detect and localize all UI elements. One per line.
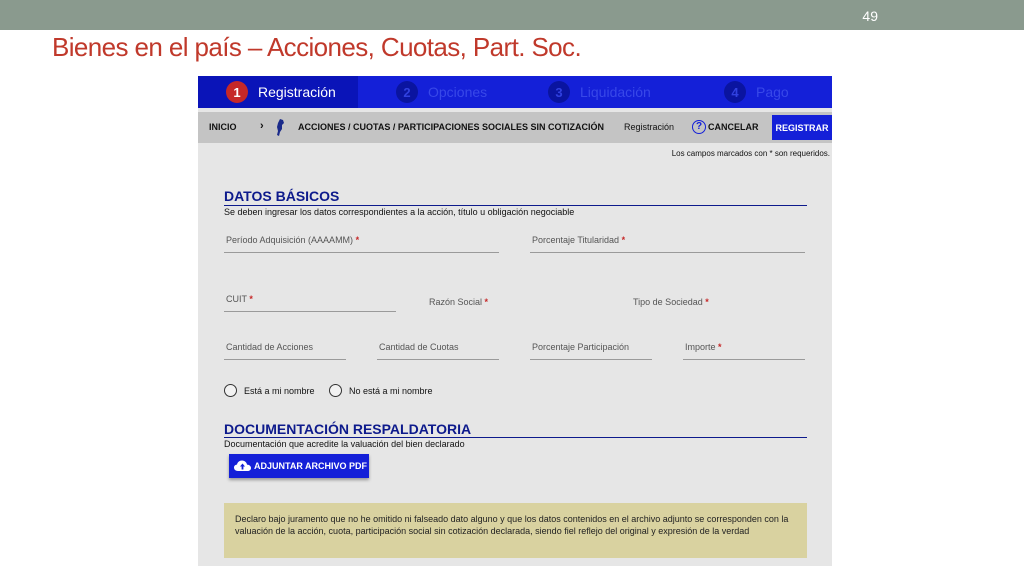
step-opciones[interactable]: 2 Opciones: [396, 76, 487, 108]
required-mark: *: [355, 235, 360, 245]
breadcrumb: INICIO › ACCIONES / CUOTAS / PARTICIPACI…: [198, 112, 832, 143]
porcentaje-participacion-field[interactable]: Porcentaje Participación: [530, 342, 652, 360]
field-label: Importe: [685, 342, 716, 352]
cancel-button[interactable]: CANCELAR: [708, 122, 759, 132]
upload-pdf-button[interactable]: ADJUNTAR ARCHIVO PDF: [229, 454, 369, 478]
radio-label: Está a mi nombre: [244, 385, 315, 396]
step-pago[interactable]: 4 Pago: [724, 76, 789, 108]
breadcrumb-inicio[interactable]: INICIO: [209, 122, 237, 132]
step-label: Registración: [258, 84, 336, 100]
field-label: Porcentaje Titularidad: [532, 235, 620, 245]
porcentaje-titularidad-field[interactable]: Porcentaje Titularidad *: [530, 235, 805, 253]
breadcrumb-section: ACCIONES / CUOTAS / PARTICIPACIONES SOCI…: [298, 122, 605, 132]
cloud-upload-icon: [234, 460, 251, 471]
step-bar: 1 Registración 2 Opciones 3 Liquidación …: [198, 76, 832, 108]
step-label: Opciones: [428, 84, 488, 100]
tipo-sociedad-field[interactable]: Tipo de Sociedad *: [633, 297, 709, 307]
cuit-field[interactable]: CUIT *: [224, 294, 396, 312]
slide-title: Bienes en el país – Acciones, Cuotas, Pa…: [52, 32, 582, 62]
cantidad-cuotas-field[interactable]: Cantidad de Cuotas: [377, 342, 499, 360]
slide-header-bar: 49: [0, 0, 1024, 30]
argentina-map-icon: [276, 119, 285, 138]
slide-number: 49: [862, 8, 878, 24]
step-label: Liquidación: [580, 84, 651, 100]
step-number: 3: [548, 81, 570, 103]
field-label: Cantidad de Cuotas: [379, 342, 459, 352]
field-label: Porcentaje Participación: [532, 342, 630, 352]
razon-social-field[interactable]: Razón Social *: [429, 297, 488, 307]
required-mark: *: [249, 294, 253, 304]
step-number: 2: [396, 81, 418, 103]
documentacion-subtitle: Documentación que acredite la valuación …: [224, 439, 465, 449]
breadcrumb-current: Registración: [624, 122, 675, 132]
sworn-declaration: Declaro bajo juramento que no he omitido…: [224, 503, 807, 558]
section-divider: [224, 437, 807, 438]
field-label: Período Adquisición (AAAAMM): [226, 235, 354, 245]
field-label: Cantidad de Acciones: [226, 342, 314, 352]
required-fields-note: Los campos marcados con * son requeridos…: [671, 149, 830, 158]
radio-a-mi-nombre[interactable]: Está a mi nombre: [224, 384, 315, 397]
section-divider: [224, 205, 807, 206]
help-circle-icon[interactable]: ?: [692, 120, 706, 134]
register-button[interactable]: REGISTRAR: [772, 115, 832, 140]
step-number: 4: [724, 81, 746, 103]
importe-field[interactable]: Importe *: [683, 342, 805, 360]
step-label: Pago: [756, 84, 789, 100]
datos-basicos-subtitle: Se deben ingresar los datos correspondie…: [224, 207, 575, 217]
field-label: Tipo de Sociedad: [633, 297, 703, 307]
required-mark: *: [718, 342, 722, 352]
field-label: Razón Social: [429, 297, 483, 307]
field-label: CUIT: [226, 294, 247, 304]
periodo-adquisicion-field[interactable]: Período Adquisición (AAAAMM) *: [224, 235, 499, 253]
step-registracion[interactable]: 1 Registración: [198, 76, 358, 108]
upload-pdf-label: ADJUNTAR ARCHIVO PDF: [254, 461, 368, 471]
documentacion-title: DOCUMENTACIÓN RESPALDATORIA: [224, 421, 472, 437]
breadcrumb-separator: ›: [260, 120, 264, 132]
radio-label: No está a mi nombre: [349, 385, 433, 396]
step-liquidacion[interactable]: 3 Liquidación: [548, 76, 651, 108]
datos-basicos-title: DATOS BÁSICOS: [224, 188, 340, 204]
step-number: 1: [226, 81, 248, 103]
required-mark: *: [621, 235, 626, 245]
cantidad-acciones-field[interactable]: Cantidad de Acciones: [224, 342, 346, 360]
radio-circle[interactable]: [224, 384, 237, 397]
required-mark: *: [705, 297, 709, 307]
form-screenshot: 1 Registración 2 Opciones 3 Liquidación …: [198, 76, 832, 566]
required-mark: *: [484, 297, 489, 307]
radio-no-a-mi-nombre[interactable]: No está a mi nombre: [329, 384, 433, 397]
radio-circle[interactable]: [329, 384, 342, 397]
